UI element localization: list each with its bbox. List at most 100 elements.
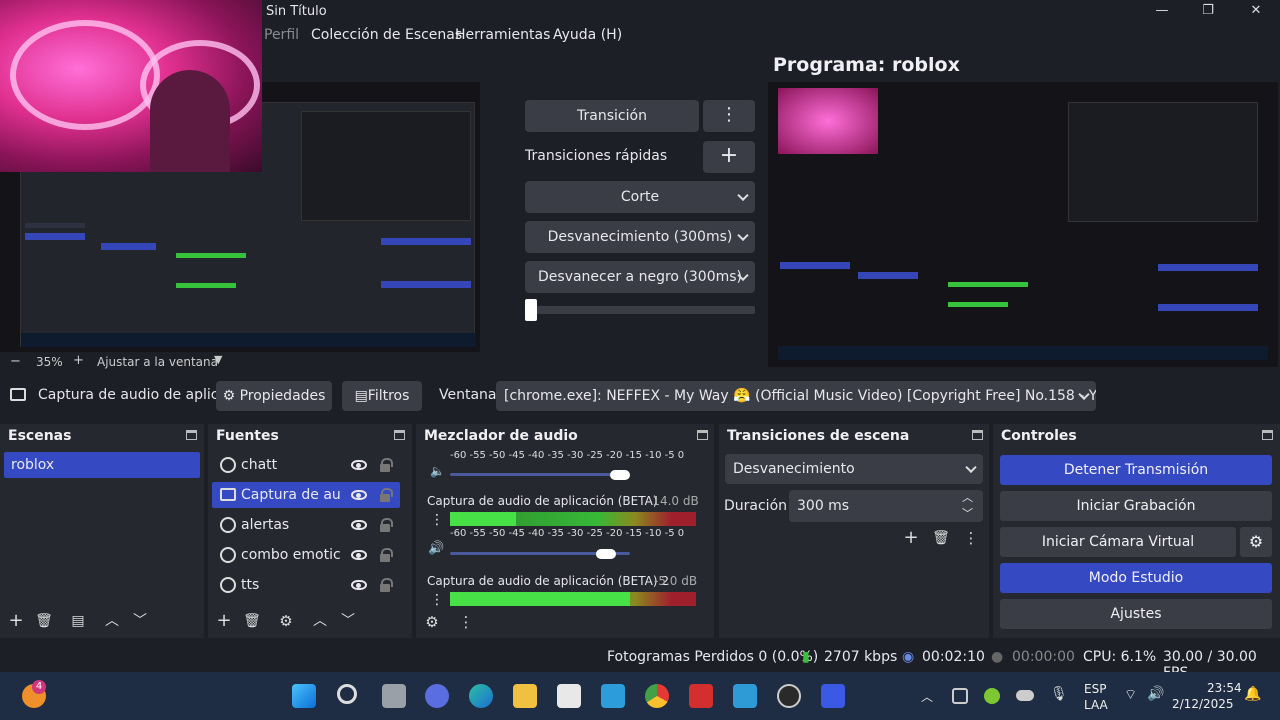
start-icon[interactable] (292, 684, 316, 708)
start-virtual-camera-button[interactable]: Iniciar Cámara Virtual (1000, 527, 1236, 557)
app-icon[interactable] (821, 684, 845, 708)
store-icon[interactable] (557, 684, 581, 708)
wifi-icon[interactable]: ⌔ (1124, 686, 1137, 704)
minimize-icon[interactable]: — (1152, 3, 1172, 21)
start-recording-button[interactable]: Iniciar Grabación (1000, 491, 1272, 521)
gear-icon: ⚙ (222, 388, 236, 404)
scene-item-roblox[interactable]: roblox (4, 452, 200, 478)
eye-icon[interactable] (351, 460, 367, 470)
volume-slider[interactable] (450, 473, 630, 476)
transition-select[interactable]: Desvanecimiento (725, 454, 983, 484)
lock-icon[interactable] (380, 578, 393, 592)
trash-icon[interactable]: 🗑 (242, 611, 262, 631)
filter-icon[interactable]: ▤ (68, 611, 88, 631)
zoom-out-icon[interactable]: − (10, 354, 21, 369)
lock-icon[interactable] (380, 458, 393, 472)
lock-icon[interactable] (380, 488, 393, 502)
chevron-down-icon[interactable]: ﹀ (962, 498, 973, 530)
fit-window-label[interactable]: Ajustar a la ventana (97, 355, 218, 369)
add-quick-transition-icon[interactable]: + (703, 141, 755, 173)
gear-icon[interactable]: ⚙ (276, 611, 296, 631)
close-icon[interactable]: ✕ (1246, 3, 1266, 21)
app-icon[interactable] (601, 684, 625, 708)
menu-icon[interactable]: ⋮ (456, 612, 476, 632)
quick-transition-fade-black[interactable]: Desvanecer a negro (300ms) (525, 261, 755, 293)
trash-icon[interactable]: 🗑 (34, 611, 54, 631)
speaker-icon[interactable]: 🔊 (428, 541, 444, 556)
source-item[interactable]: alertas (212, 512, 400, 538)
tray-app-icon[interactable] (984, 688, 1000, 704)
duration-input[interactable]: 300 ms ︿ ﹀ (789, 490, 983, 522)
notification-bell-icon[interactable]: 🔔 (1244, 686, 1261, 702)
chevron-up-icon[interactable]: ︿ (921, 688, 933, 705)
eye-icon[interactable] (351, 550, 367, 560)
tray-app-icon[interactable] (952, 688, 968, 704)
add-icon[interactable]: + (901, 528, 921, 548)
volume-slider-handle[interactable] (610, 470, 630, 480)
eye-icon[interactable] (351, 520, 367, 530)
chrome-icon[interactable] (645, 684, 669, 708)
gear-icon[interactable]: ⚙ (422, 612, 442, 632)
chevron-down-icon[interactable]: ▼ (214, 353, 222, 366)
chevron-down-icon[interactable]: ﹀ (338, 611, 358, 631)
quick-transition-fade[interactable]: Desvanecimiento (300ms) (525, 221, 755, 253)
maximize-icon[interactable]: ❐ (1198, 3, 1218, 21)
lock-icon[interactable] (380, 518, 393, 532)
app-icon[interactable] (689, 684, 713, 708)
stop-stream-button[interactable]: Detener Transmisión (1000, 455, 1272, 485)
trash-icon[interactable]: 🗑 (931, 528, 951, 548)
menu-icon[interactable]: ⋮ (961, 528, 981, 548)
gear-icon[interactable]: ⚙ (1240, 527, 1272, 557)
microphone-icon[interactable]: 🎙 (1050, 686, 1068, 702)
folder-icon[interactable] (513, 684, 537, 708)
search-icon[interactable] (337, 684, 357, 704)
tbar-handle[interactable] (525, 299, 537, 321)
menu-tools[interactable]: Herramientas (455, 27, 550, 43)
studio-mode-button[interactable]: Modo Estudio (1000, 563, 1272, 593)
source-item[interactable]: Captura de audi (212, 482, 400, 508)
properties-button[interactable]: ⚙ Propiedades (216, 381, 332, 411)
edge-icon[interactable] (469, 684, 493, 708)
notepad-icon[interactable] (733, 684, 757, 708)
add-icon[interactable]: + (6, 611, 26, 631)
source-item[interactable]: chatt (212, 452, 400, 478)
eye-icon[interactable] (351, 490, 367, 500)
lock-icon[interactable] (380, 548, 393, 562)
settings-button[interactable]: Ajustes (1000, 599, 1272, 629)
chevron-down-icon[interactable]: ﹀ (130, 611, 150, 631)
undock-icon[interactable] (972, 430, 983, 440)
volume-icon[interactable]: 🔊 (1147, 686, 1164, 702)
menu-help[interactable]: Ayuda (H) (553, 27, 622, 43)
muted-speaker-icon[interactable]: 🔈 (430, 464, 445, 478)
chat-icon[interactable] (425, 684, 449, 708)
menu-perfil[interactable]: Perfil (264, 27, 299, 43)
obs-icon[interactable] (777, 684, 801, 708)
language-code[interactable]: ESP (1084, 682, 1106, 696)
undock-icon[interactable] (697, 430, 708, 440)
cloud-icon[interactable] (1016, 690, 1034, 701)
chevron-up-icon[interactable]: ︿ (310, 611, 330, 631)
zoom-in-icon[interactable]: + (73, 353, 84, 368)
transition-menu-icon[interactable]: ⋮ (703, 100, 755, 132)
menu-scene-collection[interactable]: Colección de Escenas (311, 27, 462, 43)
task-view-icon[interactable] (382, 684, 406, 708)
eye-icon[interactable] (351, 580, 367, 590)
clock-time[interactable]: 23:54 (1207, 681, 1242, 695)
add-icon[interactable]: + (214, 611, 234, 631)
source-item[interactable]: tts (212, 572, 400, 598)
transition-button[interactable]: Transición (525, 100, 699, 132)
filters-button[interactable]: ▤Filtros (342, 381, 422, 411)
chevron-up-icon[interactable]: ︿ (102, 611, 122, 631)
clock-date[interactable]: 2/12/2025 (1172, 697, 1234, 711)
program-title: Programa: roblox (773, 54, 960, 76)
undock-icon[interactable] (394, 430, 405, 440)
tbar-track[interactable] (525, 306, 755, 314)
window-select[interactable]: [chrome.exe]: NEFFEX - My Way 😤 (Officia… (496, 381, 1096, 411)
undock-icon[interactable] (186, 430, 197, 440)
source-item[interactable]: combo emoticor (212, 542, 400, 568)
undock-icon[interactable] (1262, 430, 1273, 440)
volume-slider-handle[interactable] (595, 549, 616, 559)
channel-menu-icon[interactable]: ⋮ (430, 512, 444, 528)
quick-transition-cut[interactable]: Corte (525, 181, 755, 213)
channel-menu-icon[interactable]: ⋮ (430, 592, 444, 606)
